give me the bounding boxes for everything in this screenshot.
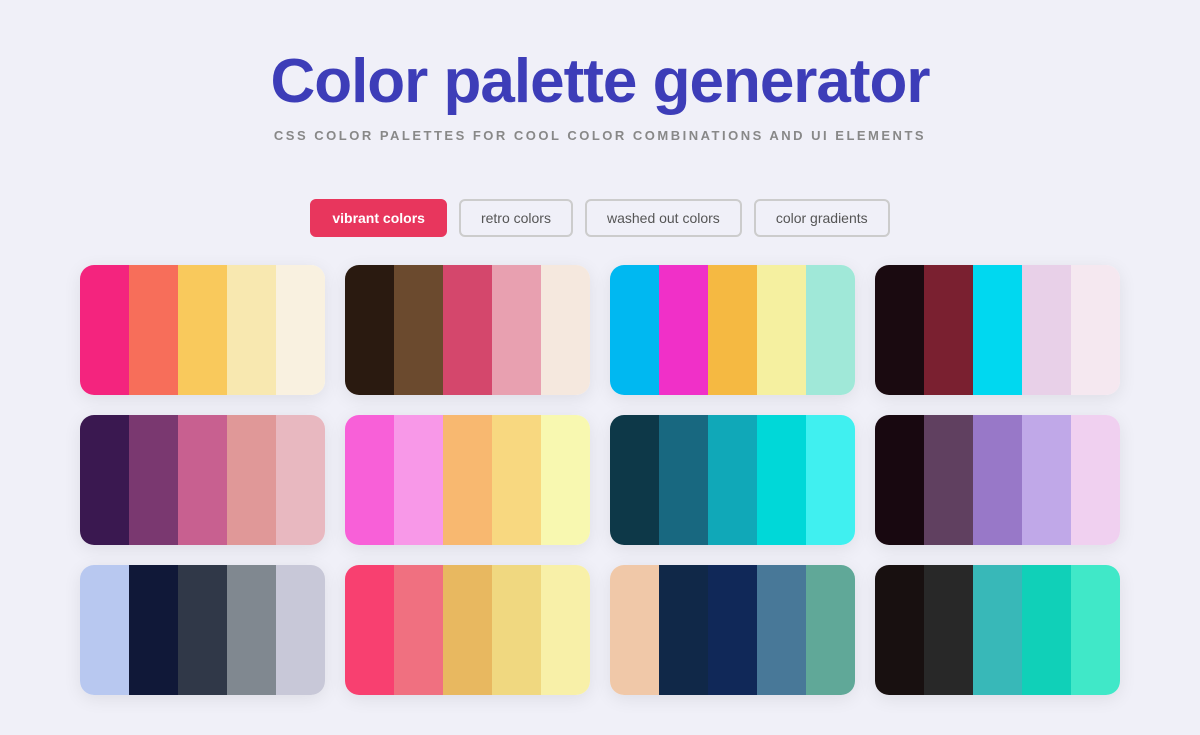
- color-swatch: [659, 565, 708, 695]
- palette-card-8[interactable]: [875, 415, 1120, 545]
- color-swatch: [1071, 415, 1120, 545]
- color-swatch: [345, 565, 394, 695]
- color-swatch: [757, 565, 806, 695]
- color-swatch: [973, 565, 1022, 695]
- color-swatch: [178, 415, 227, 545]
- color-swatch: [178, 565, 227, 695]
- color-swatch: [129, 265, 178, 395]
- color-swatch: [806, 565, 855, 695]
- palettes-grid: [40, 265, 1160, 735]
- color-swatch: [443, 415, 492, 545]
- color-swatch: [924, 565, 973, 695]
- filter-tab-washed[interactable]: washed out colors: [585, 199, 742, 237]
- color-swatch: [806, 415, 855, 545]
- color-swatch: [610, 565, 659, 695]
- color-swatch: [394, 565, 443, 695]
- color-swatch: [394, 265, 443, 395]
- filter-tabs: vibrant colors retro colors washed out col…: [0, 199, 1200, 237]
- color-swatch: [610, 415, 659, 545]
- filter-tab-retro[interactable]: retro colors: [459, 199, 573, 237]
- page-title: Color palette generator: [20, 48, 1180, 116]
- palette-card-9[interactable]: [80, 565, 325, 695]
- palette-card-12[interactable]: [875, 565, 1120, 695]
- color-swatch: [345, 265, 394, 395]
- color-swatch: [1022, 415, 1071, 545]
- color-swatch: [1022, 565, 1071, 695]
- color-swatch: [80, 265, 129, 395]
- color-swatch: [973, 415, 1022, 545]
- color-swatch: [875, 265, 924, 395]
- color-swatch: [1071, 565, 1120, 695]
- color-swatch: [708, 265, 757, 395]
- color-swatch: [924, 265, 973, 395]
- color-swatch: [276, 265, 325, 395]
- color-swatch: [659, 415, 708, 545]
- color-swatch: [610, 265, 659, 395]
- color-swatch: [708, 415, 757, 545]
- color-swatch: [492, 565, 541, 695]
- color-swatch: [1022, 265, 1071, 395]
- color-swatch: [80, 415, 129, 545]
- color-swatch: [492, 265, 541, 395]
- color-swatch: [394, 415, 443, 545]
- color-swatch: [875, 415, 924, 545]
- color-swatch: [227, 415, 276, 545]
- color-swatch: [757, 265, 806, 395]
- page-header: Color palette generator CSS COLOR PALETT…: [0, 0, 1200, 163]
- color-swatch: [1071, 265, 1120, 395]
- palette-card-4[interactable]: [875, 265, 1120, 395]
- color-swatch: [80, 565, 129, 695]
- color-swatch: [541, 565, 590, 695]
- palette-card-10[interactable]: [345, 565, 590, 695]
- color-swatch: [924, 415, 973, 545]
- palette-card-1[interactable]: [80, 265, 325, 395]
- color-swatch: [276, 415, 325, 545]
- color-swatch: [875, 565, 924, 695]
- color-swatch: [541, 415, 590, 545]
- color-swatch: [345, 415, 394, 545]
- color-swatch: [492, 415, 541, 545]
- color-swatch: [541, 265, 590, 395]
- color-swatch: [227, 565, 276, 695]
- page-subtitle: CSS COLOR PALETTES FOR COOL COLOR COMBIN…: [20, 128, 1180, 143]
- color-swatch: [708, 565, 757, 695]
- palette-card-5[interactable]: [80, 415, 325, 545]
- color-swatch: [276, 565, 325, 695]
- color-swatch: [227, 265, 276, 395]
- filter-tab-gradients[interactable]: color gradients: [754, 199, 890, 237]
- color-swatch: [129, 565, 178, 695]
- palette-card-11[interactable]: [610, 565, 855, 695]
- color-swatch: [973, 265, 1022, 395]
- palette-card-7[interactable]: [610, 415, 855, 545]
- color-swatch: [806, 265, 855, 395]
- color-swatch: [178, 265, 227, 395]
- palette-card-3[interactable]: [610, 265, 855, 395]
- color-swatch: [757, 415, 806, 545]
- color-swatch: [443, 265, 492, 395]
- color-swatch: [443, 565, 492, 695]
- color-swatch: [659, 265, 708, 395]
- filter-tab-vibrant[interactable]: vibrant colors: [310, 199, 447, 237]
- color-swatch: [129, 415, 178, 545]
- palette-card-2[interactable]: [345, 265, 590, 395]
- palette-card-6[interactable]: [345, 415, 590, 545]
